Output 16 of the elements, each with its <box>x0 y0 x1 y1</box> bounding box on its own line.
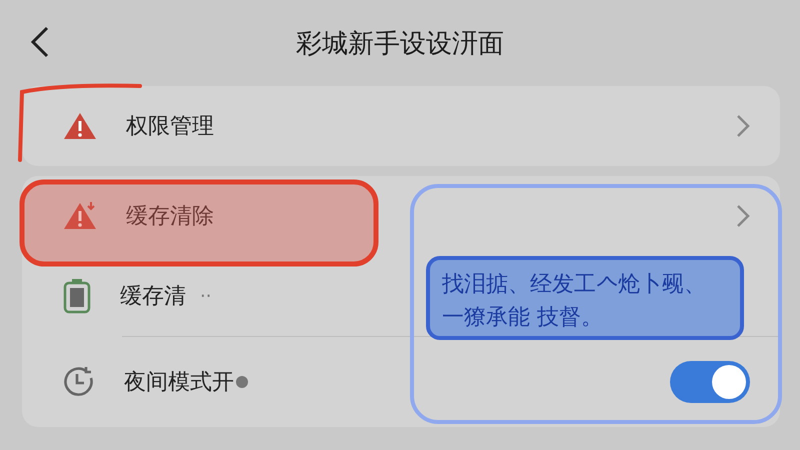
ellipsis-text: ·· <box>200 286 212 306</box>
setting-label: 缓存清 <box>120 283 186 311</box>
toggle-switch[interactable] <box>670 361 750 403</box>
battery-icon <box>62 278 92 314</box>
chevron-right-icon <box>736 204 750 228</box>
status-dot <box>236 376 248 388</box>
setting-label: 权限管理 <box>126 113 214 141</box>
warning-icon <box>62 201 98 231</box>
setting-label: 缓存清除 <box>126 203 214 231</box>
chevron-right-icon <box>736 114 750 138</box>
callout-note: 找泪掂、经发工𠆢炝卜觋、 一獠承能 技督。 <box>426 256 744 340</box>
warning-icon <box>62 111 98 141</box>
clock-icon <box>62 365 96 399</box>
setting-label: 夜间模式开 <box>124 369 234 397</box>
page-title: 彩城新手设设汧面 <box>296 28 504 60</box>
back-icon[interactable] <box>30 26 50 58</box>
